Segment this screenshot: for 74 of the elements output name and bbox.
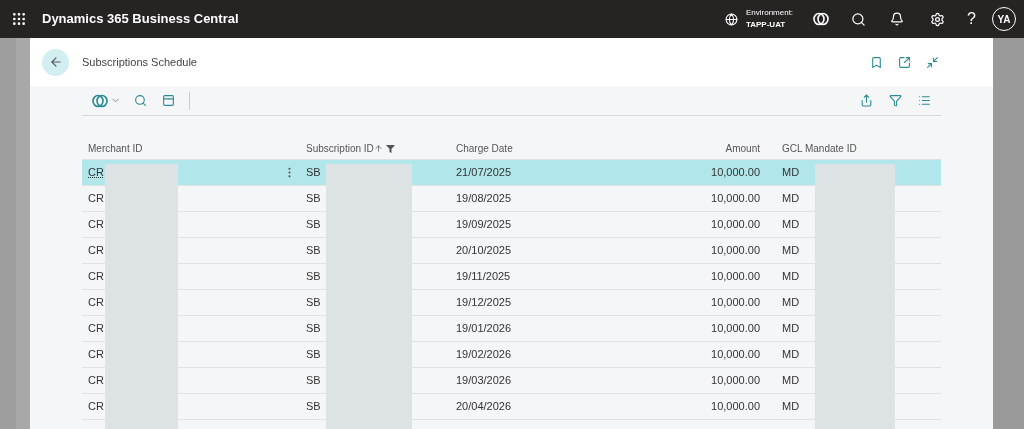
table-cell-text: MD — [782, 399, 800, 415]
app-title: Dynamics 365 Business Central — [42, 10, 239, 29]
column-header[interactable]: Merchant ID — [88, 141, 143, 156]
search-icon[interactable] — [851, 11, 867, 27]
table-cell-text: CR — [88, 321, 104, 337]
table-cell-text: SB — [306, 269, 321, 285]
table-cell-text: SB — [306, 191, 321, 207]
table-cell-text: 19/03/2026 — [456, 373, 512, 389]
table-cell-text: CR — [88, 373, 104, 389]
table-cell-text: 10,000.00 — [711, 269, 760, 285]
table-cell-text: 19/08/2025 — [456, 191, 512, 207]
table-cell-text: SB — [306, 373, 321, 389]
table-cell-text: CR — [88, 269, 104, 285]
back-button[interactable] — [42, 48, 69, 76]
table-cell-text: SB — [306, 165, 321, 181]
environment-icon — [724, 12, 738, 26]
table-cell-text: MD — [782, 191, 800, 207]
share-icon[interactable] — [860, 94, 873, 107]
column-header[interactable]: Subscription ID — [306, 141, 374, 156]
table-cell-text: CR — [88, 347, 104, 363]
table-cell-text: 20/04/2026 — [456, 399, 512, 415]
collapse-icon[interactable] — [926, 55, 939, 69]
table-cell-text: 19/12/2025 — [456, 295, 512, 311]
table-cell-text: SB — [306, 321, 321, 337]
column-header[interactable]: Amount — [725, 141, 760, 156]
table-cell-text: 20/10/2025 — [456, 243, 512, 259]
table-cell-text: MD — [782, 321, 800, 337]
bookmark-icon[interactable] — [870, 55, 883, 69]
table-cell-text: CR — [88, 191, 104, 207]
page-title: Subscriptions Schedule — [82, 54, 197, 70]
table-cell-text: MD — [782, 217, 800, 233]
table-cell-text: MD — [782, 243, 800, 259]
help-button[interactable]: ? — [967, 7, 976, 31]
table-cell-text: 19/11/2025 — [456, 269, 511, 285]
table-cell-text: SB — [306, 243, 321, 259]
table-cell-text: 10,000.00 — [711, 321, 760, 337]
environment-label: Environment: — [745, 7, 794, 19]
table-cell-text: CR — [88, 217, 104, 233]
table-cell-text: 10,000.00 — [711, 243, 760, 259]
table-cell-text: 10,000.00 — [711, 295, 760, 311]
table-cell-text: SB — [306, 295, 321, 311]
layout-icon[interactable] — [162, 94, 175, 107]
table-cell-text: 10,000.00 — [711, 217, 760, 233]
list-view-icon[interactable] — [918, 94, 931, 107]
table-cell-text: CR — [88, 243, 104, 259]
app-launcher-icon[interactable] — [11, 11, 27, 27]
column-header[interactable]: GCL Mandate ID — [782, 141, 857, 156]
table-cell-text: CR — [88, 295, 104, 311]
table-cell-text: 19/02/2026 — [456, 347, 512, 363]
table-cell-text: SB — [306, 399, 321, 415]
table-cell-text: MD — [782, 165, 800, 181]
table-cell-text: MD — [782, 373, 800, 389]
table-cell-text: SB — [306, 217, 321, 233]
table-cell-text: 19/09/2025 — [456, 217, 512, 233]
notifications-icon[interactable] — [890, 12, 905, 26]
copilot-icon[interactable] — [813, 12, 830, 26]
table-cell-text: 10,000.00 — [711, 165, 760, 181]
table-cell-text: 10,000.00 — [711, 373, 760, 389]
table-cell-text: MD — [782, 269, 800, 285]
column-header[interactable]: Charge Date — [456, 141, 513, 156]
environment-name: TAPP-UAT — [745, 19, 787, 31]
filter-icon[interactable] — [889, 94, 902, 107]
table-cell-text: 10,000.00 — [711, 347, 760, 363]
settings-icon[interactable] — [930, 11, 946, 27]
table-cell-text: 21/07/2025 — [456, 165, 512, 181]
open-new-window-icon[interactable] — [898, 55, 911, 69]
table-cell-text: MD — [782, 295, 800, 311]
table-cell-text: 10,000.00 — [711, 399, 760, 415]
table-cell-text: MD — [782, 347, 800, 363]
table-cell-text: 19/01/2026 — [456, 321, 512, 337]
table-cell-text: 10,000.00 — [711, 191, 760, 207]
table-cell-text: SB — [306, 347, 321, 363]
table-cell-text: CR — [88, 165, 104, 181]
table-cell-text: CR — [88, 399, 104, 415]
